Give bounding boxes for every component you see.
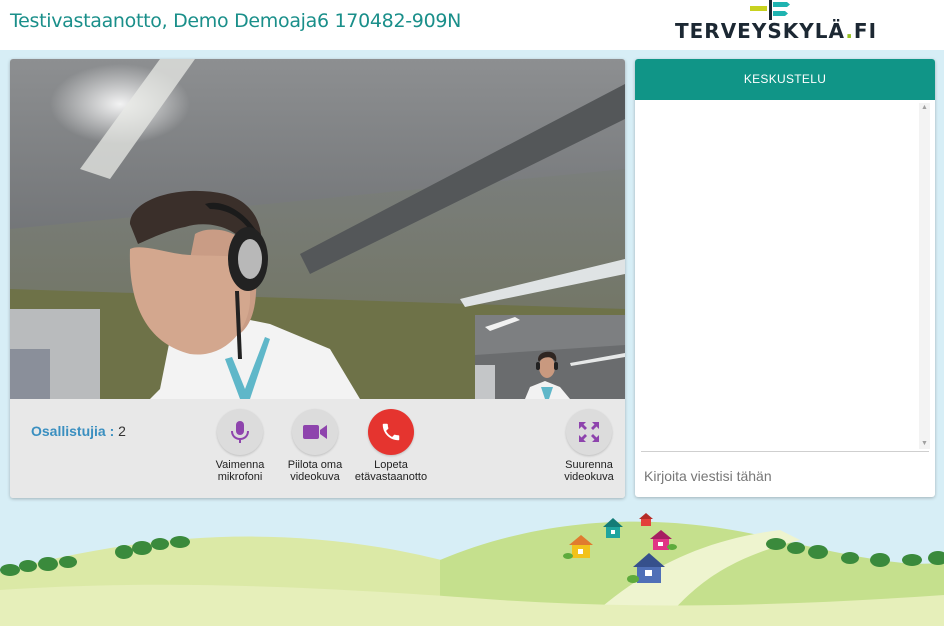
call-controls: Osallistujia : 2 Vaimenna mikrofoni Piil… (10, 399, 625, 498)
page-title: Testivastaanotto, Demo Demoaja6 170482-9… (10, 10, 462, 32)
participants-label: Osallistujia : (31, 423, 115, 439)
signpost-icon (750, 0, 790, 20)
phone-hangup-icon (382, 423, 400, 441)
video-camera-icon (303, 425, 327, 439)
logo-text: TERVEYSKYLÄ.FI (675, 19, 877, 43)
logo-name: TERVEYSKYLÄ (675, 19, 846, 43)
end-call-button[interactable] (368, 409, 414, 455)
mute-microphone-button[interactable] (217, 409, 263, 455)
chat-message-input[interactable] (639, 459, 929, 493)
participants-count: 2 (118, 423, 126, 439)
video-panel: Osallistujia : 2 Vaimenna mikrofoni Piil… (10, 59, 625, 498)
microphone-icon (231, 421, 249, 443)
logo-suffix: FI (853, 19, 878, 43)
landscape-illustration (0, 513, 944, 626)
enlarge-video-button[interactable] (566, 409, 612, 455)
expand-icon (579, 422, 599, 442)
hide-video-button[interactable] (292, 409, 338, 455)
end-call-control: Lopeta etävastaanotto (346, 409, 436, 483)
top-bar: Testivastaanotto, Demo Demoaja6 170482-9… (0, 0, 944, 50)
chat-divider (641, 451, 929, 452)
scroll-down-arrow-icon[interactable]: ▼ (919, 439, 930, 449)
chat-header: KESKUSTELU (635, 59, 935, 100)
participants-info: Osallistujia : 2 (31, 423, 126, 439)
chat-panel: KESKUSTELU ▲ ▼ (635, 59, 935, 497)
chat-scrollbar[interactable]: ▲ ▼ (919, 103, 930, 449)
chat-messages (635, 100, 935, 451)
scroll-up-arrow-icon[interactable]: ▲ (919, 103, 930, 113)
enlarge-video-control: Suurenna videokuva (544, 409, 625, 483)
self-video[interactable] (475, 315, 625, 399)
end-call-label: Lopeta etävastaanotto (354, 459, 428, 483)
terveyskyla-logo[interactable]: TERVEYSKYLÄ.FI (675, 0, 876, 48)
enlarge-video-label: Suurenna videokuva (564, 459, 614, 483)
logo-dot: . (845, 19, 854, 43)
